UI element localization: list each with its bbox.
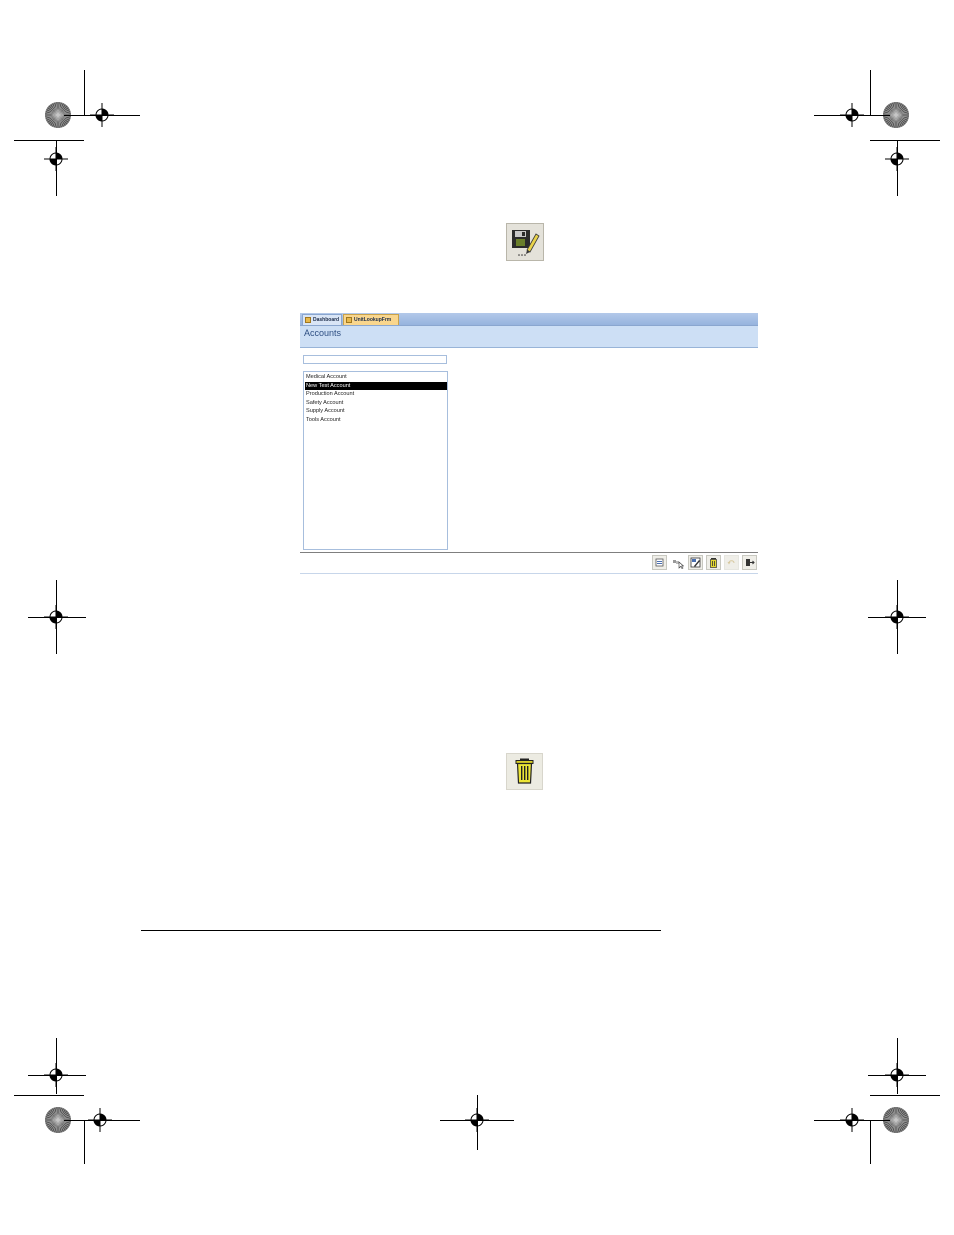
crop-mark [897,580,898,654]
tab-label: UnitLookupFrm [354,317,392,323]
crop-mark [870,1095,940,1096]
exit-button[interactable] [742,555,757,570]
crop-mark [84,70,85,115]
delete-button[interactable] [506,753,543,790]
form-header: Accounts [300,326,758,348]
new-record-button[interactable] [652,555,667,570]
save-edit-button[interactable] [506,223,544,261]
find-icon [673,560,685,569]
crop-mark [84,1120,85,1164]
new-record-icon [655,558,664,567]
crop-mark [56,140,57,196]
save-edit-icon [512,230,540,256]
list-item-selected[interactable]: New Test Account [305,381,447,391]
form-footer-toolbar [300,552,758,574]
accounts-form-window: Dashboard UnitLookupFrm Accounts Medical… [300,313,758,574]
crop-mark [814,115,890,116]
undo-icon [727,560,735,565]
crop-mark [64,115,140,116]
list-item[interactable]: Medical Account [305,373,447,382]
form-icon [346,317,352,323]
crop-mark [870,1120,871,1164]
list-item[interactable]: Safety Account [305,399,447,408]
search-input[interactable] [303,355,447,364]
delete-record-button[interactable] [706,555,721,570]
edit-record-button[interactable] [688,555,703,570]
crop-mark [897,1038,898,1094]
edit-record-icon [690,557,701,568]
crop-mark [28,1075,86,1076]
list-item[interactable]: Supply Account [305,407,447,416]
horizontal-rule [141,930,661,931]
crop-mark [56,580,57,654]
crop-mark [814,1120,890,1121]
crop-mark [477,1095,478,1150]
find-button[interactable] [670,555,685,570]
list-item[interactable]: Tools Account [305,416,447,425]
delete-record-icon [710,558,717,568]
form-icon [305,317,311,323]
undo-button[interactable] [724,555,739,570]
exit-icon [746,559,755,566]
crop-mark [28,617,86,618]
crop-mark [64,1120,140,1121]
crop-mark [897,140,898,196]
tab-unit-lookup-frm[interactable]: UnitLookupFrm [343,314,399,325]
tab-dashboard[interactable]: Dashboard [302,314,342,325]
crop-mark [56,1038,57,1094]
form-title: Accounts [304,328,342,338]
tab-label: Dashboard [313,317,340,323]
crop-mark [14,140,84,141]
list-item[interactable]: Production Account [305,390,447,399]
crop-mark [870,70,871,115]
crop-mark [14,1095,84,1096]
tab-strip: Dashboard UnitLookupFrm [300,313,758,326]
crop-mark [870,140,940,141]
trash-can-icon [515,758,534,784]
accounts-list[interactable]: Medical Account New Test Account Product… [303,371,448,550]
